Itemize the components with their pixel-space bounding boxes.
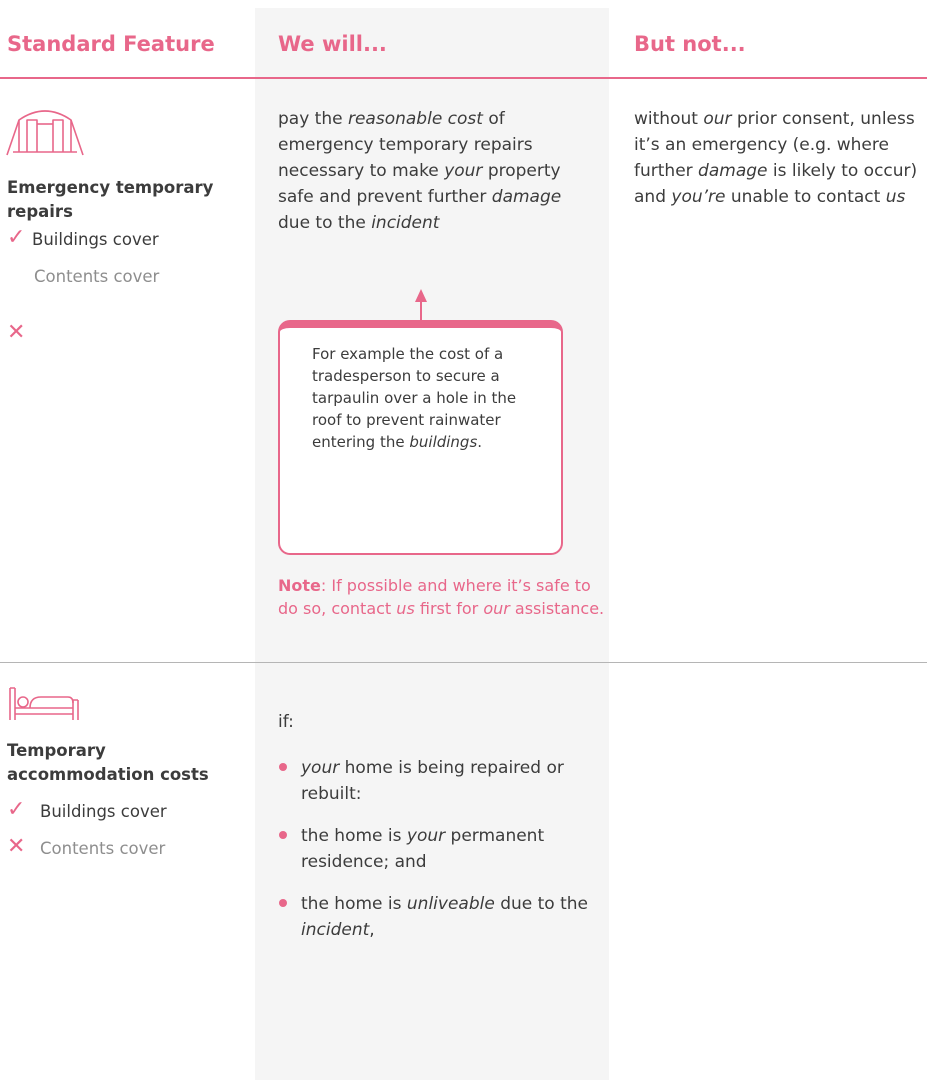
cross-icon: ✕ [7,834,26,859]
feature-title: Temporary accommodation costs [7,741,209,784]
contents-cover-excluded: ✕ Contents cover [7,834,166,860]
condition-list: your home is being repaired or rebuilt: … [278,755,603,959]
list-item: the home is your permanent residence; an… [278,823,603,875]
bullet-dot-icon [279,831,287,839]
note-label: Note [278,576,321,595]
we-will-text: pay the reasonable cost of emergency tem… [278,109,562,233]
header-but-not: But not... [634,32,746,56]
buildings-cover-included: ✓ Buildings cover [7,797,167,823]
header-divider [0,77,927,79]
feature-title: Emergency temporary repairs [7,178,214,221]
contents-cover-excluded: ✕ Contents cover [7,266,159,344]
but-not-text: without our prior consent, unless it’s a… [634,109,918,207]
cover-label: Buildings cover [40,802,167,821]
example-callout-text: For example the cost of a tradesperson t… [312,345,517,451]
buildings-cover-included: ✓ Buildings cover [7,225,159,251]
check-icon: ✓ [7,225,26,250]
header-we-will: We will... [278,32,387,56]
row-divider [0,662,927,663]
emergency-repair-icon [6,110,84,156]
cover-label: Contents cover [34,267,160,286]
condition-intro: if: [278,712,294,732]
bed-icon [9,687,79,720]
note-text: Note: If possible and where it’s safe to… [278,576,605,618]
list-item: the home is unliveable due to the incide… [278,891,603,943]
cover-label: Contents cover [40,839,166,858]
cross-icon: ✕ [7,320,26,345]
check-icon: ✓ [7,797,26,822]
header-standard-feature: Standard Feature [7,32,215,56]
bullet-dot-icon [279,763,287,771]
callout-pointer-arrow-icon [415,289,427,323]
list-item: your home is being repaired or rebuilt: [278,755,603,807]
bullet-dot-icon [279,899,287,907]
cover-label: Buildings cover [32,230,159,249]
